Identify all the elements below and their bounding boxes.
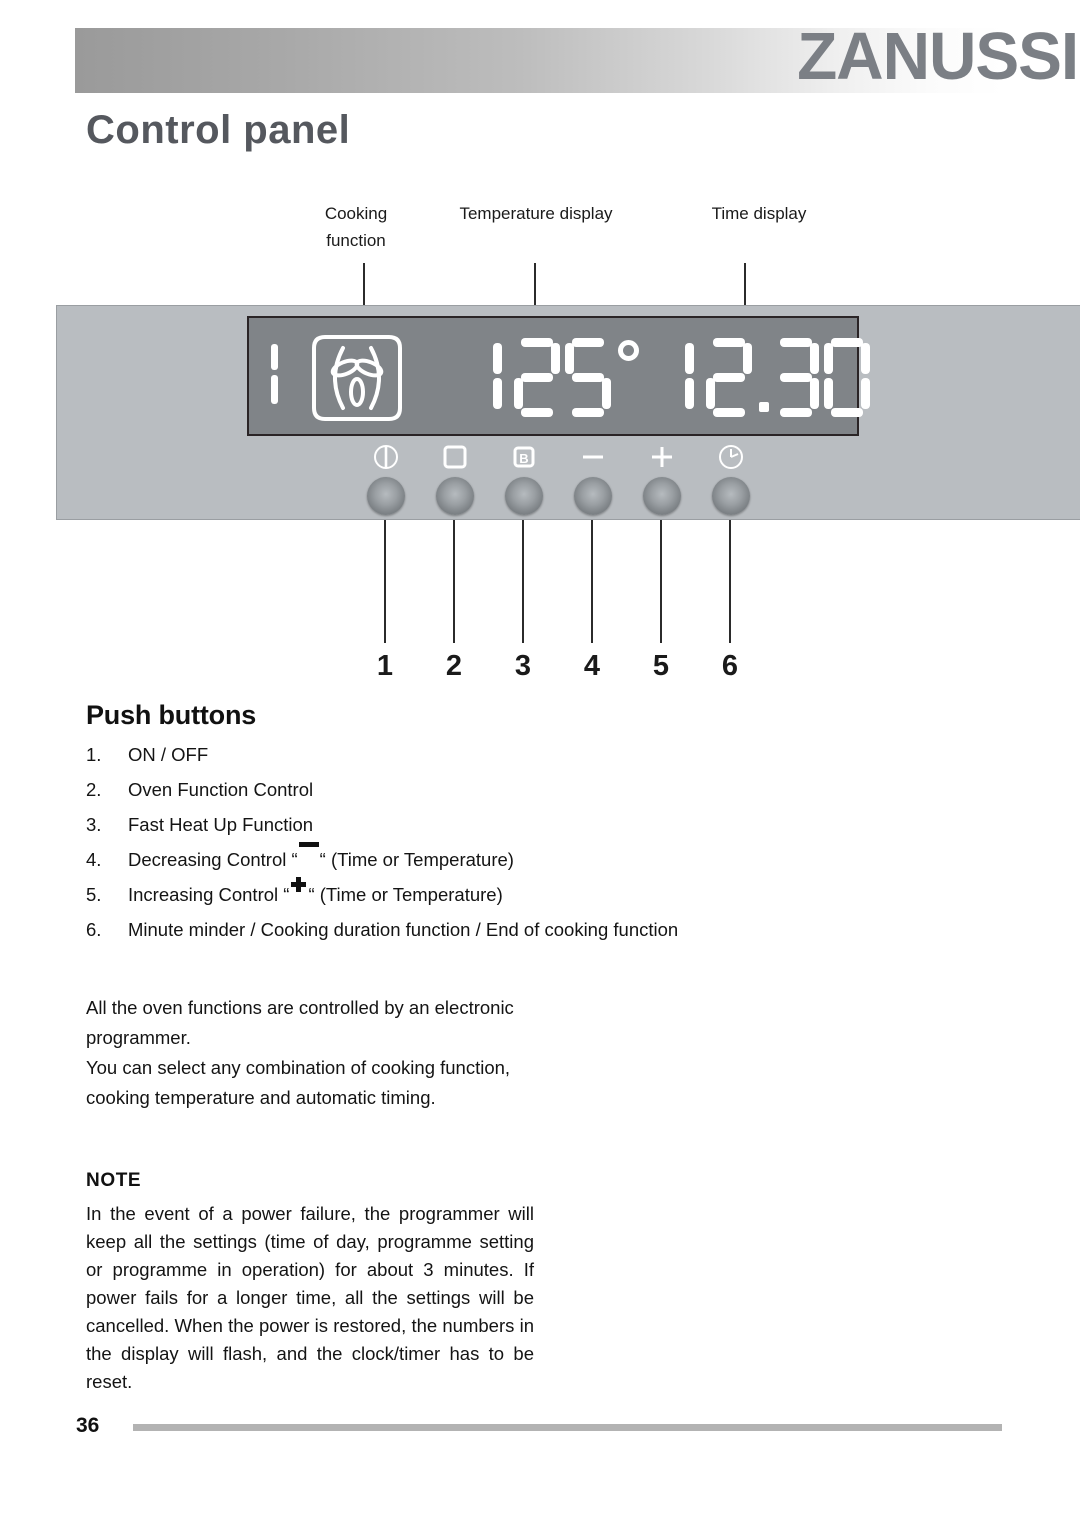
button-number-6: 6 (721, 650, 739, 682)
button-number-1: 1 (376, 650, 394, 682)
callout-time-display: Time display (711, 204, 807, 223)
zanussi-logo: ZANUSSI (796, 19, 1079, 95)
list-item: 5. Increasing Control “ “ (Time or Tempe… (86, 877, 726, 912)
list-item-label-post: “ (Time or Temperature) (319, 849, 514, 870)
push-button-knob[interactable] (436, 477, 474, 515)
degree-symbol (616, 338, 639, 418)
seven-segment-digit (565, 338, 611, 418)
list-item-number: 5. (86, 884, 102, 905)
push-button-knob[interactable] (505, 477, 543, 515)
list-item-number: 3. (86, 814, 102, 835)
seven-segment-digit (679, 338, 701, 418)
fast-heat-b-icon: B (491, 441, 557, 473)
seven-segment-digit (773, 338, 819, 418)
push-button-knob[interactable] (643, 477, 681, 515)
page-number: 36 (76, 1414, 100, 1437)
push-button-1-on-off[interactable] (353, 441, 419, 515)
leader-line-button-3 (522, 520, 524, 643)
button-number-5: 5 (652, 650, 670, 682)
clock-icon (698, 441, 764, 473)
body-paragraph-line1: All the oven functions are controlled by… (86, 997, 514, 1048)
list-item-number: 2. (86, 779, 102, 800)
oven-display-window (247, 316, 870, 436)
callout-cooking-function-line1: Cooking (324, 204, 388, 223)
callout-cooking-function-line2: function (326, 231, 386, 250)
leader-line-button-5 (660, 520, 662, 643)
list-item-label: ON / OFF (128, 744, 209, 765)
push-button-3-fast-heat-up[interactable]: B (491, 441, 557, 515)
square-icon (422, 441, 488, 473)
footer-divider (133, 1424, 1002, 1431)
list-item-label: Minute minder / Cooking duration functio… (128, 919, 679, 940)
callout-cooking-function: Cooking function (298, 200, 414, 254)
page-title: Control panel (86, 108, 351, 152)
note-paragraph: In the event of a power failure, the pro… (86, 1203, 534, 1392)
push-buttons-list: 1. ON / OFF 2. Oven Function Control 3. … (86, 737, 726, 947)
section-heading-push-buttons: Push buttons (86, 700, 257, 730)
push-button-2-oven-function[interactable] (422, 441, 488, 515)
leader-line-button-4 (591, 520, 593, 643)
list-item-number: 1. (86, 744, 102, 765)
power-icon (353, 441, 419, 473)
leader-line-button-2 (453, 520, 455, 643)
plus-glyph-icon (291, 877, 307, 892)
list-item-label-pre: Decreasing Control “ (128, 849, 298, 870)
leader-line-button-1 (384, 520, 386, 643)
push-button-4-decrease[interactable] (560, 441, 626, 515)
fan-icon (311, 334, 403, 422)
time-display-value (679, 338, 875, 418)
button-number-3: 3 (514, 650, 532, 682)
time-separator-dot (757, 338, 773, 418)
minus-icon (560, 441, 626, 473)
list-item-label-pre: Increasing Control “ (128, 884, 290, 905)
list-item-label: Fast Heat Up Function (128, 814, 314, 835)
seven-segment-digit (514, 338, 560, 418)
push-button-6-timer[interactable] (698, 441, 764, 515)
push-button-knob[interactable] (712, 477, 750, 515)
display-indicator-icon (271, 344, 278, 404)
note-heading: NOTE (86, 1170, 142, 1191)
list-item: 2. Oven Function Control (86, 772, 726, 807)
leader-line-button-6 (729, 520, 731, 643)
push-button-knob[interactable] (367, 477, 405, 515)
list-item: 6. Minute minder / Cooking duration func… (86, 912, 726, 947)
list-item-number: 6. (86, 919, 102, 940)
list-item-label: Oven Function Control (128, 779, 314, 800)
callout-temperature-display: Temperature display (459, 204, 613, 223)
seven-segment-digit (487, 338, 509, 418)
button-number-4: 4 (583, 650, 601, 682)
seven-segment-digit (706, 338, 752, 418)
list-item: 4. Decreasing Control “ “ (Time or Tempe… (86, 842, 726, 877)
minus-glyph-icon (298, 842, 319, 847)
oven-control-panel: B (56, 305, 1080, 520)
list-item-label-post: “ (Time or Temperature) (308, 884, 503, 905)
body-paragraph-line2: You can select any combination of cookin… (86, 1057, 511, 1108)
temperature-display-value (487, 338, 639, 418)
push-button-5-increase[interactable] (629, 441, 695, 515)
push-button-knob[interactable] (574, 477, 612, 515)
list-item: 3. Fast Heat Up Function (86, 807, 726, 842)
svg-text:B: B (519, 451, 528, 466)
button-number-2: 2 (445, 650, 463, 682)
push-button-row: B (57, 441, 1080, 516)
list-item-number: 4. (86, 849, 102, 870)
plus-icon (629, 441, 695, 473)
body-paragraph: All the oven functions are controlled by… (86, 993, 538, 1113)
seven-segment-digit (824, 338, 870, 418)
list-item: 1. ON / OFF (86, 737, 726, 772)
